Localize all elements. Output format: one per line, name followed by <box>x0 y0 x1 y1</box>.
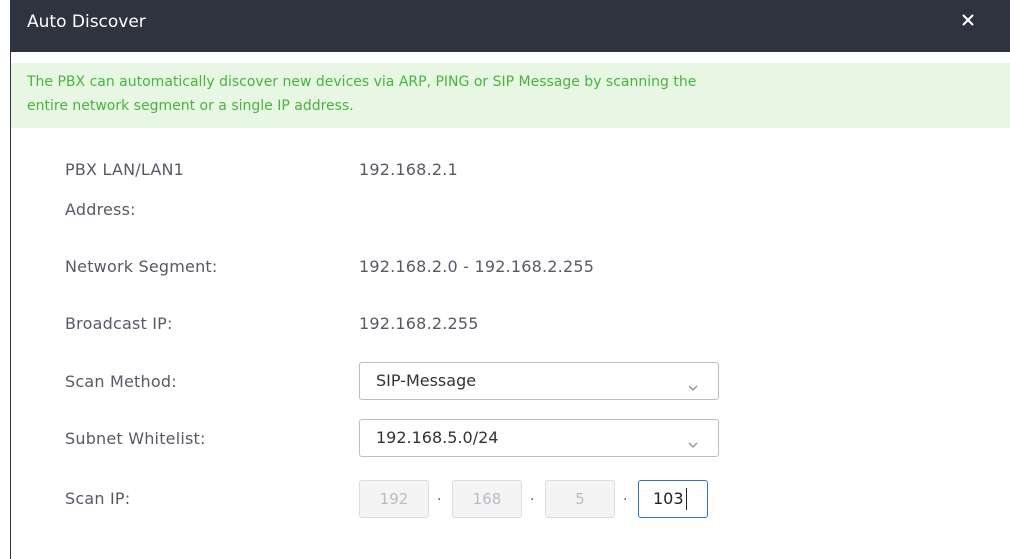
dialog-titlebar: Auto Discover <box>11 0 1010 52</box>
scan-method-selected-value: SIP-Message <box>376 371 477 390</box>
close-icon[interactable] <box>957 9 979 31</box>
broadcast-ip-label: Broadcast IP: <box>65 314 173 333</box>
auto-discover-dialog: Auto Discover The PBX can automatically … <box>10 0 1010 559</box>
chevron-down-icon <box>688 434 698 448</box>
network-segment-label: Network Segment: <box>65 257 218 276</box>
text-cursor <box>686 488 687 510</box>
network-segment-value: 192.168.2.0 - 192.168.2.255 <box>359 257 595 276</box>
scan-ip-label: Scan IP: <box>65 489 131 508</box>
broadcast-ip-value: 192.168.2.255 <box>359 314 479 333</box>
subnet-whitelist-selected-value: 192.168.5.0/24 <box>376 428 499 447</box>
subnet-whitelist-label: Subnet Whitelist: <box>65 429 206 448</box>
dialog-title: Auto Discover <box>27 12 146 32</box>
scan-ip-octet-3: 5 <box>545 480 615 518</box>
pbx-lan-address-value: 192.168.2.1 <box>359 160 458 179</box>
ip-separator: . <box>437 488 442 504</box>
info-notice: The PBX can automatically discover new d… <box>11 63 1010 128</box>
scan-ip-octet-2: 168 <box>452 480 522 518</box>
pbx-lan-address-label-line1: PBX LAN/LAN1 <box>65 160 185 179</box>
ip-separator: . <box>623 488 628 504</box>
scan-ip-octet-1: 192 <box>359 480 429 518</box>
scan-ip-octet-4-input[interactable]: 103 <box>638 480 708 518</box>
scan-method-select[interactable]: SIP-Message <box>359 362 719 400</box>
scan-ip-octet-4-value: 103 <box>653 489 684 508</box>
pbx-lan-address-label-line2: Address: <box>65 200 136 219</box>
scan-method-label: Scan Method: <box>65 372 177 391</box>
ip-separator: . <box>530 488 535 504</box>
notice-text-line2: entire network segment or a single IP ad… <box>27 98 354 114</box>
notice-text-line1: The PBX can automatically discover new d… <box>27 74 697 90</box>
chevron-down-icon <box>688 377 698 391</box>
subnet-whitelist-select[interactable]: 192.168.5.0/24 <box>359 419 719 457</box>
